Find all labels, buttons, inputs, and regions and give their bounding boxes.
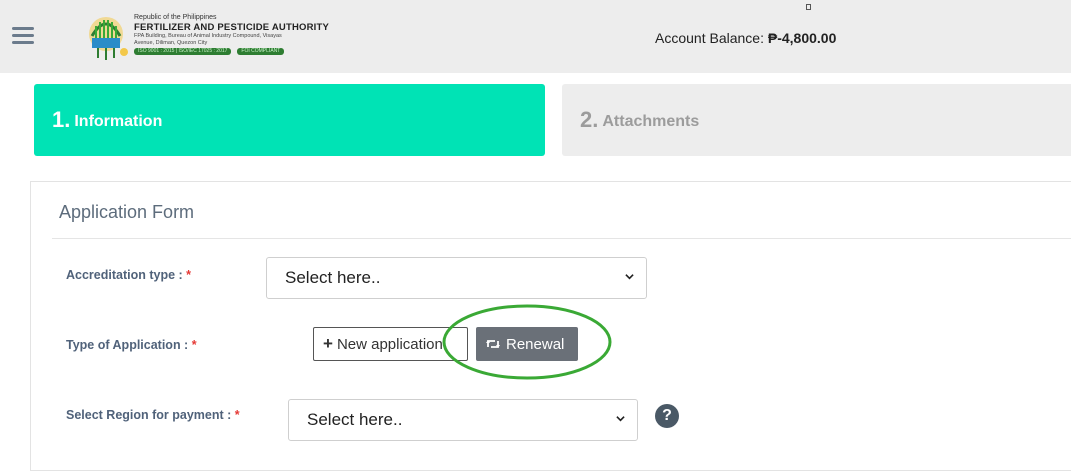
renewal-button[interactable]: Renewal — [476, 327, 578, 361]
fpa-logo — [89, 17, 128, 60]
small-square-mark — [806, 4, 811, 10]
accreditation-type-select[interactable]: Select here.. — [266, 257, 647, 299]
step-label: Information — [74, 113, 163, 130]
step-number: 1. — [52, 107, 71, 132]
region-payment-select[interactable]: Select here.. — [288, 399, 638, 441]
account-balance: Account Balance: ₱-4,800.00 — [655, 30, 836, 46]
step-information[interactable]: 1. Information — [34, 84, 545, 156]
help-icon[interactable]: ? — [655, 404, 679, 428]
divider — [52, 238, 1071, 239]
balance-value: ₱-4,800.00 — [767, 30, 837, 46]
step-label: Attachments — [602, 113, 700, 130]
accreditation-type-label: Accreditation type : * — [66, 268, 192, 282]
org-name: FERTILIZER AND PESTICIDE AUTHORITY — [134, 22, 330, 33]
step-attachments[interactable]: 2. Attachments — [562, 84, 1071, 156]
new-application-button[interactable]: + New application — [313, 327, 468, 361]
chevron-down-icon — [625, 274, 634, 280]
application-form-panel: Application Form Accreditation type : * … — [30, 181, 1071, 471]
required-mark: * — [234, 408, 240, 422]
required-mark: * — [186, 268, 192, 282]
plus-icon: + — [323, 334, 333, 353]
balance-label: Account Balance: — [655, 30, 764, 46]
required-mark: * — [191, 338, 197, 352]
iso-badge: ISO 9001 : 2015 | ISO/IEC 17025 : 2017 — [134, 48, 232, 55]
type-of-application-label: Type of Application : * — [66, 338, 197, 352]
new-application-label: New application — [336, 335, 443, 353]
region-payment-label: Select Region for payment : * — [66, 408, 240, 422]
org-address-line2: Avenue, Diliman, Quezon City — [134, 39, 208, 46]
chevron-down-icon — [616, 416, 625, 422]
select-placeholder: Select here.. — [285, 268, 381, 287]
foi-badge: FOI COMPLIANT — [237, 48, 285, 55]
retweet-icon — [486, 340, 500, 348]
select-placeholder: Select here.. — [307, 410, 403, 429]
hamburger-menu-icon[interactable] — [12, 27, 34, 45]
top-bar: Republic of the Philippines FERTILIZER A… — [0, 0, 1071, 73]
renewal-label: Renewal — [506, 335, 565, 353]
org-country: Republic of the Philippines — [134, 14, 217, 21]
organization-info: Republic of the Philippines FERTILIZER A… — [134, 14, 334, 55]
step-number: 2. — [580, 107, 599, 132]
form-title: Application Form — [59, 202, 195, 222]
